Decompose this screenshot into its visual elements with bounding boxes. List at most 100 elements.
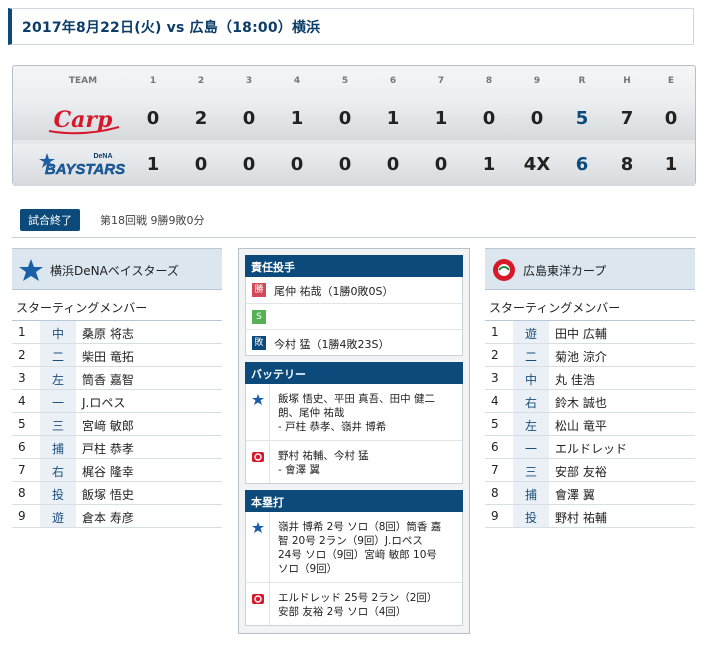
- scoreboard-row-baystars: DeNA BAYSTARS 1 0 0 0 0 0 0 1 4X 6 8 1: [13, 144, 695, 186]
- losing-pitcher: 今村 猛（1勝4敗23S）: [274, 338, 390, 351]
- inning-score: 0: [482, 108, 496, 129]
- home-team-header: 横浜DeNAベイスターズ: [12, 248, 222, 290]
- homeruns: 嶺井 博希 2号 ソロ（8回）筒香 嘉 智 20号 2ラン（9回）J.ロペス 2…: [245, 512, 463, 626]
- battery-line: - 戸柱 恭孝、嶺井 博希: [278, 421, 387, 433]
- lineup-row: 1 中桑原 将志: [12, 321, 222, 344]
- lineup-row: 5 三宮﨑 敏郎: [12, 413, 222, 436]
- batting-order: 4: [18, 394, 26, 408]
- game-header: 2017年8月22日(火) vs 広島（18:00）横浜: [8, 8, 694, 45]
- runs-total: 5: [575, 108, 589, 129]
- homerun-line: 安部 友裕 2号 ソロ（4回）: [278, 606, 407, 618]
- inning-score: 0: [338, 108, 352, 129]
- lineup-row: 2 二柴田 竜拓: [12, 344, 222, 367]
- lineup-row: 7 右梶谷 隆幸: [12, 459, 222, 482]
- errors-header: E: [667, 76, 675, 86]
- batting-order: 7: [491, 463, 499, 477]
- position: 二: [40, 344, 76, 366]
- baystars-star-icon: [19, 259, 43, 281]
- hits-header: H: [623, 76, 631, 86]
- visitor-homeruns: エルドレッド 25号 2ラン（2回） 安部 友裕 2号 ソロ（4回）: [246, 582, 462, 625]
- visitor-team-name: 広島東洋カープ: [523, 264, 607, 278]
- inning-header: 8: [485, 76, 493, 86]
- game-summary-panel: 責任投手 勝 尾仲 祐哉（1勝0敗0S） S 敗 今村 猛（1勝4敗23S） バ…: [238, 248, 470, 634]
- inning-score: 0: [194, 154, 208, 175]
- position: 右: [513, 390, 549, 412]
- batting-order: 3: [18, 371, 26, 385]
- game-status: 試合終了 第18回戦 9勝9敗0分: [20, 209, 205, 231]
- inning-score: 1: [386, 108, 400, 129]
- player-name: 野村 祐輔: [555, 511, 607, 525]
- lineup-row: 5 左松山 竜平: [485, 413, 695, 436]
- carp-icon: [252, 452, 264, 462]
- batting-order: 8: [491, 486, 499, 500]
- lineup-row: 3 左筒香 嘉智: [12, 367, 222, 390]
- home-team-name: 横浜DeNAベイスターズ: [50, 264, 179, 278]
- position: 左: [513, 413, 549, 435]
- visitor-battery: 野村 祐輔、今村 猛 - 會澤 翼: [246, 440, 462, 483]
- battery-line: 飯塚 悟史、平田 真吾、田中 健二: [278, 393, 436, 405]
- batting-order: 2: [491, 348, 499, 362]
- batting-order: 9: [491, 509, 499, 523]
- home-homeruns: 嶺井 博希 2号 ソロ（8回）筒香 嘉 智 20号 2ラン（9回）J.ロペス 2…: [246, 512, 462, 582]
- win-tag: 勝: [252, 283, 266, 297]
- responsible-pitchers: 勝 尾仲 祐哉（1勝0敗0S） S 敗 今村 猛（1勝4敗23S）: [245, 277, 463, 356]
- save-tag: S: [252, 310, 266, 324]
- carp-logo: Carp: [48, 107, 120, 135]
- position: 三: [40, 413, 76, 435]
- homerun-line: エルドレッド 25号 2ラン（2回）: [278, 592, 438, 604]
- home-lineup: 1 中桑原 将志 2 二柴田 竜拓 3 左筒香 嘉智 4 一 J.ロペス 5 三宮﨑 敏郎 …: [12, 321, 222, 528]
- inning-score: 1: [434, 108, 448, 129]
- winning-pitcher-row: 勝 尾仲 祐哉（1勝0敗0S）: [246, 277, 462, 303]
- position: 中: [40, 321, 76, 343]
- lineup-row: 4 一 J.ロペス: [12, 390, 222, 413]
- save-pitcher-row: S: [246, 303, 462, 329]
- baystars-icon: [252, 522, 264, 533]
- position: 二: [513, 344, 549, 366]
- lineup-row: 4 右鈴木 誠也: [485, 390, 695, 413]
- errors-total: 0: [664, 108, 678, 129]
- position: 投: [513, 505, 549, 527]
- lineup-row: 2 二菊池 涼介: [485, 344, 695, 367]
- hits-total: 7: [620, 108, 634, 129]
- inning-header: 4: [293, 76, 301, 86]
- game-title: 2017年8月22日(火) vs 広島（18:00）横浜: [22, 20, 321, 36]
- starting-members-label: スターティングメンバー: [12, 290, 222, 321]
- responsible-pitchers-heading: 責任投手: [245, 255, 463, 277]
- batting-order: 6: [18, 440, 26, 454]
- position: 投: [40, 482, 76, 504]
- scoreboard-header: TEAM 1 2 3 4 5 6 7 8 9 R H E: [13, 66, 695, 96]
- player-name: 菊池 涼介: [555, 350, 607, 364]
- battery-heading: バッテリー: [245, 362, 463, 384]
- position: 一: [40, 390, 76, 412]
- player-name: 丸 佳浩: [555, 373, 595, 387]
- batting-order: 2: [18, 348, 26, 362]
- status-badge: 試合終了: [20, 209, 80, 231]
- position: 捕: [513, 482, 549, 504]
- lineup-row: 7 三安部 友裕: [485, 459, 695, 482]
- player-name: 柴田 竜拓: [82, 350, 134, 364]
- runs-header: R: [578, 76, 586, 86]
- homeruns-heading: 本塁打: [245, 490, 463, 512]
- homerun-line: 嶺井 博希 2号 ソロ（8回）筒香 嘉: [278, 521, 442, 533]
- batting-order: 8: [18, 486, 26, 500]
- batting-order: 3: [491, 371, 499, 385]
- lineup-row: 9 遊倉本 寿彦: [12, 505, 222, 528]
- baystars-logo: DeNA BAYSTARS: [39, 153, 125, 178]
- inning-score: 0: [434, 154, 448, 175]
- inning-header: 3: [245, 76, 253, 86]
- battery-line: 朗、尾仲 祐哉: [278, 407, 345, 419]
- position: 三: [513, 459, 549, 481]
- position: 中: [513, 367, 549, 389]
- player-name: 宮﨑 敏郎: [82, 419, 134, 433]
- inning-score: 0: [146, 108, 160, 129]
- home-battery: 飯塚 悟史、平田 真吾、田中 健二 朗、尾仲 祐哉 - 戸柱 恭孝、嶺井 博希: [246, 384, 462, 440]
- visitor-team-header: 広島東洋カープ: [485, 248, 695, 290]
- winning-pitcher: 尾仲 祐哉（1勝0敗0S）: [274, 285, 394, 298]
- lineup-row: 8 投飯塚 悟史: [12, 482, 222, 505]
- position: 一: [513, 436, 549, 458]
- baystars-icon: [252, 394, 264, 405]
- lineup-row: 9 投野村 祐輔: [485, 505, 695, 528]
- lineup-row: 6 一エルドレッド: [485, 436, 695, 459]
- player-name: 松山 竜平: [555, 419, 607, 433]
- inning-score: 0: [242, 154, 256, 175]
